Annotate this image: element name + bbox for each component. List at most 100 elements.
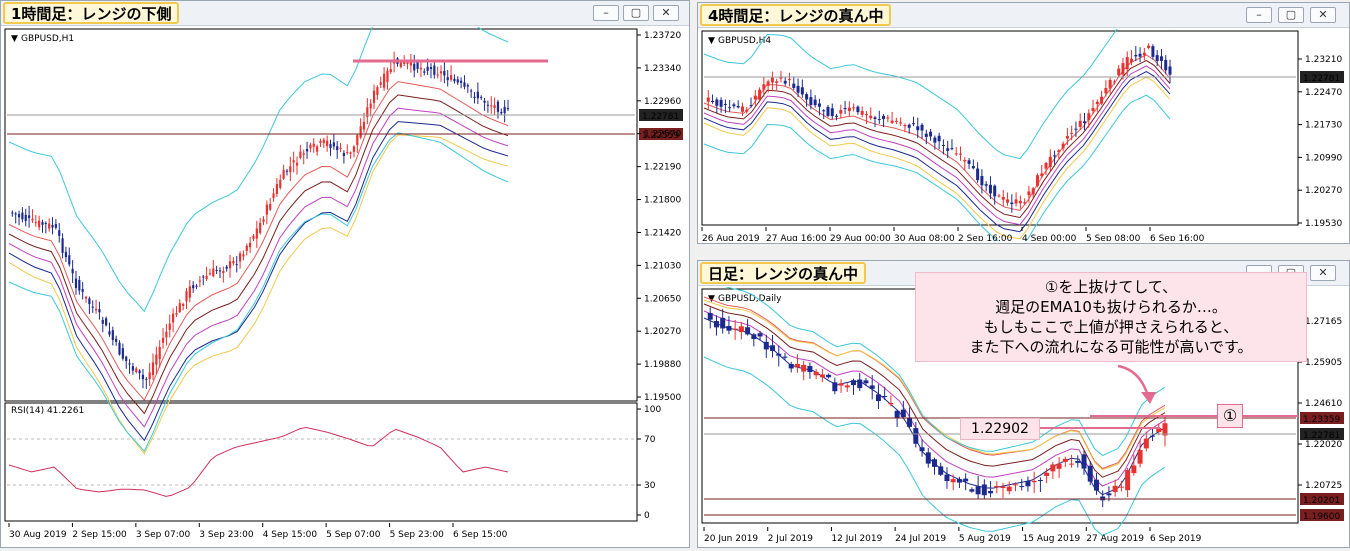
- h1-candle: [118, 342, 121, 355]
- time-tick-label: 27 Aug 2019: [1086, 534, 1144, 544]
- h1-candle: [302, 153, 305, 155]
- h1-candle: [336, 146, 339, 151]
- h1-candle: [84, 296, 88, 299]
- h4-candle: [911, 123, 915, 125]
- price-tick-label: 1.20990: [1305, 153, 1342, 163]
- h1-price-chart[interactable]: ▼ GBPUSD,H1 RSI(14) 41.2261 1.22781 1.225…: [3, 27, 687, 545]
- h1-candle: [24, 214, 27, 221]
- symbol-menu-icon[interactable]: ▼: [11, 34, 18, 44]
- h4-candle: [1151, 46, 1155, 57]
- h1-candle: [322, 139, 325, 144]
- h4-candle: [830, 108, 834, 117]
- h1-candle: [473, 96, 476, 98]
- h4-candle: [882, 115, 886, 120]
- close-button[interactable]: ✕: [1310, 7, 1336, 23]
- h4-candle: [933, 137, 937, 143]
- h1-titlebar[interactable]: 1時間足：レンジの下側 – ▢ ✕: [1, 1, 689, 26]
- h1-candle: [205, 275, 208, 280]
- h1-candle: [480, 96, 483, 98]
- h1-candle: [232, 261, 235, 264]
- h4-candle: [997, 195, 1001, 197]
- price-tick-label: 1.22570: [644, 130, 681, 140]
- h4-candle: [856, 106, 860, 113]
- h1-candle: [342, 152, 345, 156]
- h4-candle: [920, 124, 924, 131]
- h4-candle: [826, 106, 830, 116]
- h1-candle: [121, 348, 124, 359]
- price-tick-label: 1.24610: [1305, 399, 1342, 409]
- h1-candle: [305, 148, 309, 152]
- daily-candle: [819, 374, 825, 378]
- h4-candle: [1142, 52, 1146, 56]
- h4-candle: [890, 120, 894, 123]
- close-button[interactable]: ✕: [653, 5, 679, 21]
- h1-candle: [202, 276, 205, 278]
- h1-candle: [496, 101, 500, 112]
- h1-candle: [148, 372, 151, 380]
- h4-candle: [1117, 68, 1121, 76]
- h1-candle: [466, 85, 469, 87]
- h4-candle: [770, 77, 774, 83]
- h1-main-pane: [4, 28, 638, 402]
- h4-candle: [1155, 55, 1159, 62]
- symbol-menu-icon[interactable]: ▼: [708, 36, 715, 46]
- h1-candle: [453, 78, 456, 82]
- daily-candle: [1112, 485, 1118, 492]
- h4-candle: [740, 106, 744, 112]
- h1-candle: [386, 70, 389, 83]
- h1-candle: [235, 264, 238, 266]
- price-tick-label: 1.25905: [1305, 358, 1342, 368]
- h4-candle: [839, 110, 843, 114]
- h4-candle: [1108, 79, 1112, 89]
- h4-titlebar[interactable]: 4時間足：レンジの真ん中 – ▢ ✕: [698, 3, 1349, 28]
- h1-candle: [94, 308, 98, 311]
- h1-candle: [490, 105, 493, 107]
- h1-candle: [78, 279, 81, 291]
- h4-candle: [988, 184, 992, 194]
- restore-button[interactable]: ▢: [1278, 7, 1304, 23]
- h1-candle: [185, 291, 188, 302]
- h4-candle: [1035, 175, 1039, 186]
- h1-symbol-label: GBPUSD,H1: [21, 34, 74, 44]
- h1-candle: [285, 170, 289, 172]
- h4-candle: [950, 148, 954, 150]
- h1-candle: [262, 219, 265, 222]
- close-button[interactable]: ✕: [1310, 265, 1336, 281]
- h1-candle: [91, 306, 94, 308]
- h4-chart-window[interactable]: 4時間足：レンジの真ん中 – ▢ ✕ ▼ GBPUSD,H4 1.22781 1…: [697, 2, 1350, 244]
- minimize-button[interactable]: –: [1246, 7, 1272, 23]
- restore-button[interactable]: ▢: [623, 5, 649, 21]
- daily-candle: [857, 379, 863, 389]
- time-tick-label: 24 Jul 2019: [895, 534, 946, 544]
- daily-candle: [875, 394, 881, 402]
- h4-candle: [715, 99, 719, 106]
- h1-chart-window[interactable]: 1時間足：レンジの下側 – ▢ ✕ ▼ GBPUSD,H1 RSI(14) 41…: [0, 0, 690, 548]
- h1-candle: [161, 337, 165, 343]
- h4-candle: [929, 131, 933, 137]
- h4-candle: [1159, 56, 1163, 61]
- h4-candle: [946, 148, 950, 151]
- h1-candle: [339, 147, 342, 150]
- price-tick-label: 1.22470: [1305, 88, 1342, 98]
- h1-candle: [141, 374, 145, 380]
- h1-candle: [98, 309, 101, 313]
- h1-candle: [222, 270, 225, 274]
- daily-candle: [1031, 480, 1037, 483]
- price-tick-label: 1.21030: [644, 261, 681, 271]
- daily-candle: [782, 356, 788, 358]
- h4-candle: [1061, 143, 1065, 149]
- h1-candle: [356, 135, 359, 145]
- h1-candle: [228, 261, 232, 269]
- time-tick-label: 5 Aug 2019: [959, 534, 1011, 544]
- h1-candle: [416, 61, 419, 69]
- daily-candle: [776, 353, 782, 356]
- price-tick-label: 1.22190: [644, 163, 681, 173]
- time-tick-label: 5 Sep 08:00: [1086, 234, 1141, 241]
- h1-candle: [275, 184, 279, 194]
- h4-candle: [959, 153, 963, 155]
- minimize-button[interactable]: –: [593, 5, 619, 21]
- h4-candle: [941, 144, 945, 146]
- h4-candle: [877, 119, 881, 121]
- h4-candle: [1070, 132, 1074, 134]
- h4-price-chart[interactable]: ▼ GBPUSD,H4 1.22781 1.23210 1.22470 1.2173…: [700, 29, 1348, 241]
